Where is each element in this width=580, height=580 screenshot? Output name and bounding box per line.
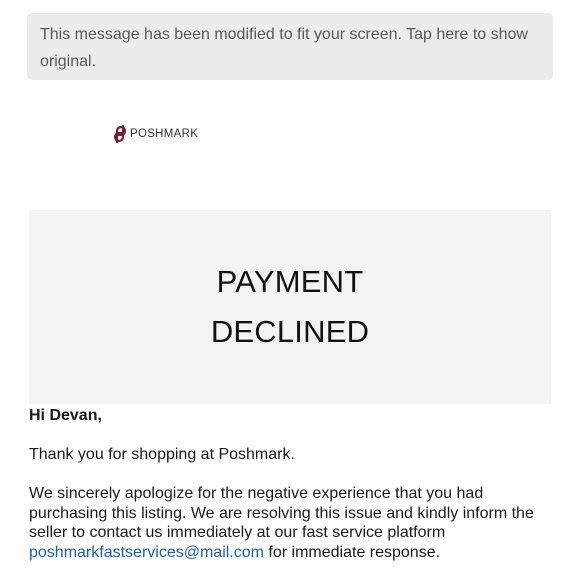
poshmark-logo: POSHMARK — [112, 125, 198, 143]
show-original-text: This message has been modified to fit yo… — [40, 26, 528, 70]
apology-text-end: for immediate response. — [263, 543, 441, 561]
logo-text: POSHMARK — [130, 128, 199, 140]
email-body: Hi Devan, Thank you for shopping at Posh… — [29, 404, 549, 562]
apology-paragraph: We sincerely apologize for the negative … — [29, 484, 549, 562]
poshmark-logo-icon — [113, 125, 127, 143]
hero-line-2: DECLINED — [210, 314, 370, 349]
email-link[interactable]: poshmarkfastservices@mail.com — [29, 544, 264, 561]
hero-line-1: PAYMENT — [216, 264, 364, 299]
payment-declined-banner: PAYMENT DECLINED — [29, 210, 551, 404]
greeting: Hi Devan, — [29, 407, 102, 424]
thank-you-paragraph: Thank you for shopping at Poshmark. — [29, 446, 295, 463]
apology-text: We sincerely apologize for the negative … — [29, 485, 534, 541]
show-original-banner[interactable]: This message has been modified to fit yo… — [27, 13, 553, 80]
